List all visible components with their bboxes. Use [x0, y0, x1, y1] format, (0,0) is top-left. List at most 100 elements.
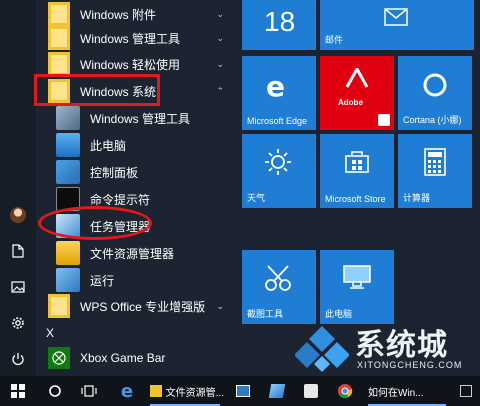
list-item-label: 命令提示符: [90, 192, 151, 207]
user-avatar-icon: [10, 207, 26, 223]
tile-label: 截图工具: [247, 309, 284, 319]
app-file-explorer[interactable]: 文件资源管理器: [36, 239, 232, 267]
documents-button[interactable]: [0, 233, 36, 269]
tile-label: 邮件: [325, 35, 344, 45]
run-icon: [56, 268, 80, 292]
folder-icon: [150, 385, 162, 397]
browser-window-taskbar-button[interactable]: 如何在Win...: [364, 376, 450, 406]
calendar-tile[interactable]: 18: [242, 0, 316, 50]
scissors-icon: [265, 265, 291, 291]
this-pc-tile[interactable]: 此电脑: [320, 250, 394, 324]
list-item-label: Windows 管理工具: [90, 111, 191, 126]
folder-icon: [48, 2, 70, 26]
chevron-down-icon: ⌄: [216, 33, 224, 43]
admin-tools-icon: [56, 106, 80, 130]
computer-icon: [56, 133, 80, 157]
app-taskbar-button-1[interactable]: [262, 376, 292, 406]
list-item-label: WPS Office 专业增强版: [80, 299, 206, 314]
section-letter-x[interactable]: X: [46, 326, 54, 340]
power-icon: [12, 353, 24, 366]
app-control-panel[interactable]: 控制面板: [36, 158, 232, 186]
taskbar: e 文件资源管... 如何在Win...: [0, 376, 480, 406]
computer-icon: [343, 265, 371, 289]
app-icon: [460, 385, 472, 397]
snipping-tool-tile[interactable]: 截图工具: [242, 250, 316, 324]
list-item-label: Windows 附件: [80, 7, 157, 22]
store-bag-icon: [236, 385, 250, 397]
sun-icon: [265, 149, 291, 175]
highlight-box: [34, 74, 160, 106]
pictures-button[interactable]: [0, 269, 36, 305]
calculator-tile[interactable]: 计算器: [398, 134, 472, 208]
chrome-taskbar-button[interactable]: [330, 376, 360, 406]
list-item-label: 此电脑: [90, 138, 127, 153]
folder-icon: [48, 294, 70, 318]
app-list: Windows 附件 ⌄ Windows 管理工具 ⌄ Windows 轻松使用…: [36, 0, 232, 376]
watermark-logo-icon: [295, 326, 349, 372]
folder-windows-admin-tools[interactable]: Windows 管理工具 ⌄: [36, 24, 232, 52]
control-panel-icon: [56, 160, 80, 184]
chevron-up-icon: ⌃: [216, 86, 224, 96]
adobe-tile[interactable]: Adobe: [320, 56, 394, 130]
tile-label: 天气: [247, 193, 266, 203]
app-icon: [304, 384, 318, 398]
chevron-down-icon: ⌄: [216, 9, 224, 19]
user-account-button[interactable]: [0, 197, 36, 233]
adobe-icon: [344, 65, 370, 94]
mail-tile[interactable]: 邮件: [320, 0, 474, 50]
folder-icon: [48, 52, 70, 76]
list-item-label: 文件资源管理器: [90, 246, 175, 261]
app-this-pc[interactable]: 此电脑: [36, 131, 232, 159]
tile-label: Microsoft Store: [325, 194, 386, 204]
list-item-label: Windows 轻松使用: [80, 57, 181, 72]
watermark-text: 系统城: [355, 328, 448, 363]
tile-label: Cortana (小娜): [403, 115, 462, 125]
tile-label: 此电脑: [325, 309, 353, 319]
watermark-url: XITONGCHENG.COM: [357, 360, 463, 370]
app-taskbar-button-2[interactable]: [296, 376, 326, 406]
file-explorer-icon: [56, 241, 80, 265]
explorer-taskbar-button[interactable]: 文件资源管...: [146, 376, 224, 406]
edge-icon: e: [120, 380, 134, 402]
calculator-icon: [424, 148, 446, 176]
start-button[interactable]: [0, 376, 36, 406]
list-item-label: Xbox Game Bar: [80, 351, 166, 365]
list-item-label: 运行: [90, 273, 115, 288]
app-taskbar-button-3[interactable]: [452, 376, 480, 406]
cortana-circle-icon: [49, 385, 61, 397]
list-item-label: 控制面板: [90, 165, 139, 180]
cortana-tile[interactable]: Cortana (小娜): [398, 56, 472, 130]
edge-tile[interactable]: e Microsoft Edge: [242, 56, 316, 130]
start-left-rail: [0, 0, 36, 376]
taskbar-label: 如何在Win...: [368, 387, 424, 399]
power-button[interactable]: [0, 341, 36, 377]
watermark: 系统城 XITONGCHENG.COM: [295, 320, 480, 376]
app-icon: [268, 384, 286, 398]
list-item-label: Windows 管理工具: [80, 31, 181, 46]
folder-wps-office[interactable]: WPS Office 专业增强版 ⌄: [36, 292, 232, 320]
edge-taskbar-button[interactable]: e: [112, 376, 142, 406]
search-button[interactable]: [40, 376, 70, 406]
weather-tile[interactable]: 天气: [242, 134, 316, 208]
store-tile[interactable]: Microsoft Store: [320, 134, 394, 208]
app-windows-admin-tools[interactable]: Windows 管理工具: [36, 104, 232, 132]
task-view-icon: [81, 385, 97, 397]
xbox-icon: [48, 347, 70, 369]
store-taskbar-button[interactable]: [228, 376, 258, 406]
taskbar-label: 文件资源管...: [165, 387, 224, 399]
tile-label: Microsoft Edge: [247, 116, 308, 126]
calendar-day: 18: [264, 6, 296, 37]
cortana-icon: [423, 73, 447, 97]
tile-label: 计算器: [403, 193, 431, 203]
settings-button[interactable]: [0, 305, 36, 341]
highlight-oval: [38, 206, 152, 240]
task-view-button[interactable]: [74, 376, 104, 406]
app-run[interactable]: 运行: [36, 266, 232, 294]
edge-icon: e: [266, 70, 285, 103]
chevron-down-icon: ⌄: [216, 59, 224, 69]
adobe-label: Adobe: [338, 98, 363, 107]
chrome-icon: [338, 384, 353, 399]
windows-logo-icon: [11, 384, 25, 398]
app-xbox-game-bar[interactable]: Xbox Game Bar: [36, 344, 232, 372]
store-bag-icon: [345, 151, 369, 173]
